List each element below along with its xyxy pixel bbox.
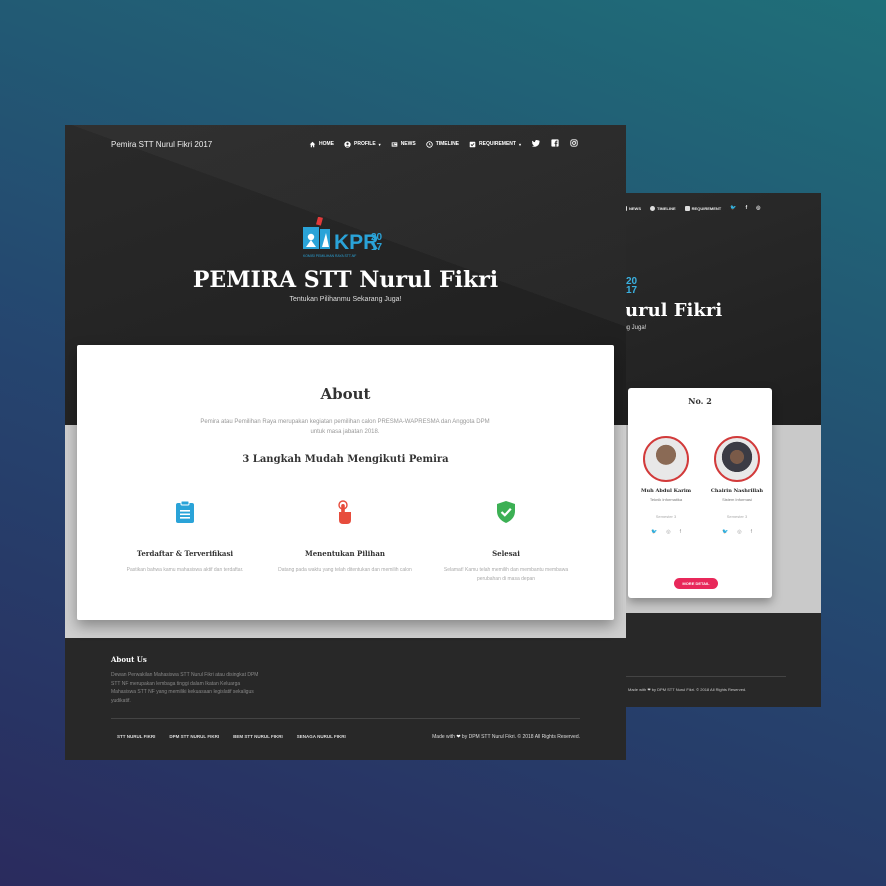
- candidate-program: Teknik Informatika: [649, 497, 683, 502]
- step-title: Menentukan Pilihan: [304, 549, 386, 558]
- clock-icon: [425, 140, 433, 148]
- page-title: PEMIRA STT Nurul Fikri: [192, 267, 499, 293]
- step-description: Selamat! Kamu telah memilih dan membantu…: [443, 567, 569, 582]
- about-description: Pemira atau Pemilihan Raya merupakan keg…: [200, 419, 490, 435]
- candidate-name: Muh Abdul Karim: [640, 488, 692, 494]
- step-title: Terdaftar & Terverifikasi: [136, 549, 234, 558]
- caret-down-icon: ▾: [518, 141, 521, 147]
- checkbox-icon: [684, 205, 690, 211]
- nav-timeline[interactable]: TIMELINE: [425, 140, 459, 148]
- step-choose: Menentukan Pilihan Datang pada waktu yan…: [265, 500, 425, 575]
- logo-subtitle: KOMISI PEMILIHAN RAYA STT-NF: [303, 254, 356, 258]
- back-nav: NEWS TIMELINE REQUIREMENT 🐦 f ◎: [622, 205, 761, 211]
- twitter-icon[interactable]: 🐦: [722, 529, 728, 535]
- twitter-icon[interactable]: [531, 139, 540, 149]
- footer-divider: [111, 718, 580, 719]
- nav-news[interactable]: NEWS: [391, 141, 416, 148]
- clipboard-icon: [176, 500, 194, 523]
- footer-link-dpm[interactable]: DPM STT NURUL FIKRI: [169, 734, 219, 739]
- step-done: Selesai Selamat! Kamu telah memilih dan …: [426, 500, 586, 584]
- home-icon: [309, 141, 316, 147]
- step-description: Pastikan bahwa kamu mahasiswa aktif dan …: [126, 567, 244, 573]
- front-screenshot: Pemira STT Nurul Fikri 2017 HOME PROFILE…: [65, 125, 626, 760]
- twitter-icon[interactable]: 🐦: [651, 529, 657, 535]
- steps-heading: 3 Langkah Mudah Mengikuti Pemira: [242, 454, 449, 465]
- back-nav-timeline[interactable]: TIMELINE: [650, 205, 676, 211]
- divider: [626, 676, 786, 677]
- footer-link-senaga[interactable]: SENAGA NURUL FIKRI: [297, 734, 346, 739]
- back-facebook-icon[interactable]: f: [745, 205, 747, 211]
- candidate-name: Chairin Nashrillah: [710, 488, 764, 494]
- back-instagram-icon[interactable]: ◎: [756, 205, 760, 211]
- more-detail-button[interactable]: MORE DETAIL: [674, 578, 718, 589]
- instagram-icon[interactable]: ◎: [737, 529, 741, 535]
- copyright: Made with ❤ by DPM STT Nurul Fikri. © 20…: [432, 734, 580, 740]
- heart-icon: ❤: [456, 734, 461, 740]
- nav-requirement[interactable]: REQUIREMENT ▾: [469, 141, 521, 148]
- logo-year-bottom: 17: [371, 242, 383, 253]
- back-footer: [600, 613, 821, 707]
- instagram-icon[interactable]: [569, 139, 578, 149]
- step-register: Terdaftar & Terverifikasi Pastikan bahwa…: [105, 500, 265, 575]
- clock-icon: [650, 205, 655, 211]
- back-page-title: urul Fikri: [625, 300, 723, 321]
- back-nav-requirement[interactable]: REQUIREMENT: [684, 205, 721, 211]
- candidate-photo: [643, 436, 689, 482]
- candidate-number: No. 2: [688, 396, 712, 406]
- footer-link-bem[interactable]: BEM STT NURUL FIKRI: [233, 734, 283, 739]
- candidate-socials: 🐦 ◎ f: [636, 529, 696, 535]
- candidate-socials: 🐦 ◎ f: [707, 529, 767, 535]
- footer-about-text: Dewan Perwakilan Mahasiswa STT Nurul Fik…: [111, 672, 259, 704]
- candidate-card: No. 2 Muh Abdul Karim Teknik Informatika…: [628, 388, 772, 598]
- footer-link-stt[interactable]: STT NURUL FIKRI: [117, 734, 155, 739]
- newspaper-icon: [391, 141, 397, 147]
- facebook-icon[interactable]: [550, 139, 559, 149]
- footer-links: STT NURUL FIKRI DPM STT NURUL FIKRI BEM …: [117, 734, 346, 739]
- nav-home[interactable]: HOME: [309, 141, 334, 148]
- candidate-semester: Semester 3: [655, 514, 677, 519]
- tagline: Tentukan Pilihanmu Sekarang Juga!: [289, 296, 402, 303]
- footer-about-heading: About Us: [111, 655, 147, 664]
- candidate-vice: Chairin Nashrillah Sistem Informasi Seme…: [707, 436, 767, 535]
- caret-down-icon: ▾: [378, 141, 381, 147]
- nav-profile[interactable]: PROFILE ▾: [344, 140, 381, 148]
- facebook-icon[interactable]: f: [751, 529, 752, 535]
- candidate-semester: Semester 3: [726, 514, 748, 519]
- candidate-president: Muh Abdul Karim Teknik Informatika Semes…: [636, 436, 696, 535]
- back-logo-year: 20 17: [626, 276, 638, 296]
- about-heading: About: [320, 385, 371, 403]
- check-shield-icon: [497, 501, 515, 523]
- instagram-icon[interactable]: ◎: [666, 529, 670, 535]
- step-title: Selesai: [492, 549, 520, 558]
- facebook-icon[interactable]: f: [680, 529, 681, 535]
- pointer-hand-icon: [338, 500, 351, 524]
- back-screenshot: NEWS TIMELINE REQUIREMENT 🐦 f ◎ 20 17 uru…: [600, 193, 821, 707]
- about-card: About Pemira atau Pemilihan Raya merupak…: [77, 345, 614, 620]
- back-twitter-icon[interactable]: 🐦: [730, 205, 736, 211]
- back-copyright: Made with ❤ by DPM STT Nurul Fikri. © 20…: [628, 687, 747, 692]
- candidate-program: Sistem Informasi: [722, 497, 752, 502]
- navbar-brand[interactable]: Pemira STT Nurul Fikri 2017: [111, 140, 212, 149]
- user-circle-icon: [344, 140, 351, 148]
- kpr-logo: KPR 20 17 KOMISI PEMILIHAN RAYA STT-NF: [303, 217, 383, 258]
- navbar: HOME PROFILE ▾ NEWS TIMELINE REQUIREMENT ▾: [309, 139, 578, 149]
- candidate-photo: [714, 436, 760, 482]
- checkbox-icon: [469, 141, 476, 147]
- step-description: Datang pada waktu yang telah ditentukan …: [278, 567, 412, 573]
